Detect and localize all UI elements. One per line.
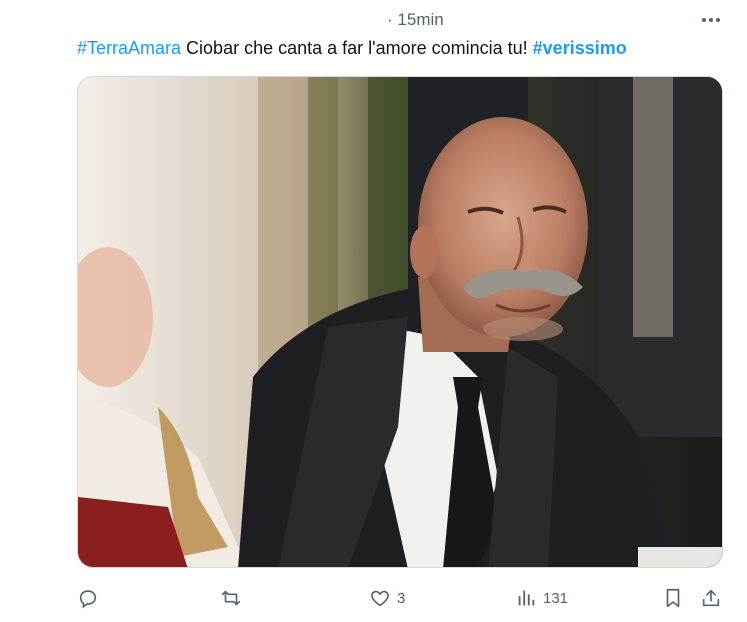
tweet-timestamp[interactable]: · 15min [387, 10, 444, 30]
views-icon [518, 590, 535, 606]
heart-icon [371, 590, 389, 607]
hashtag-terraamara[interactable]: #TerraAmara [77, 38, 181, 58]
tweet-body-text: Ciobar che canta a far l'amore comincia … [181, 38, 533, 58]
bookmark-button[interactable] [662, 584, 684, 612]
views-button[interactable]: 131 [515, 584, 568, 612]
share-icon [702, 589, 720, 607]
share-button[interactable] [700, 584, 722, 612]
time-separator: · [387, 10, 393, 29]
retweet-icon [221, 590, 241, 606]
like-button[interactable]: 3 [369, 584, 405, 612]
tweet-media-photo[interactable] [77, 76, 723, 568]
hashtag-verissimo[interactable]: #verissimo [533, 38, 627, 58]
reply-button[interactable] [77, 584, 105, 612]
bookmark-icon [666, 588, 680, 608]
like-count: 3 [397, 589, 406, 607]
more-icon [702, 18, 720, 22]
views-count: 131 [543, 589, 569, 607]
retweet-button[interactable] [220, 584, 248, 612]
tweet-actions-bar: 3 131 [0, 584, 747, 612]
reply-icon [79, 590, 97, 609]
media-image [78, 77, 722, 567]
more-options-button[interactable] [698, 8, 724, 32]
time-label: 15min [397, 10, 444, 29]
tweet-text: #TerraAmara Ciobar che canta a far l'amo… [77, 36, 627, 60]
